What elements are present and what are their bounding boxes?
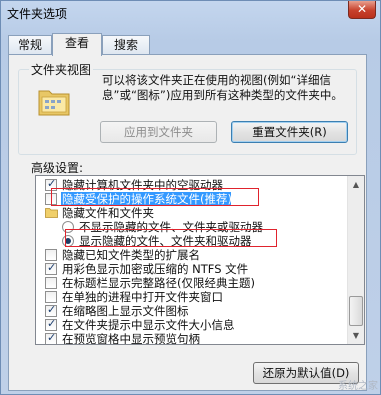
checkbox[interactable] [45, 261, 57, 275]
adv-item-full-path-titlebar[interactable]: 在标题栏显示完整路径(仅限经典主题) [36, 276, 336, 290]
advanced-settings-tree: 隐藏计算机文件夹中的空驱动器 隐藏受保护的操作系统文件(推荐) 隐藏文件和文件夹… [35, 175, 365, 345]
scroll-thumb[interactable] [349, 296, 363, 326]
adv-item-preview-handlers[interactable]: 在预览窗格中显示预览句柄 [36, 331, 336, 344]
adv-item-separate-process[interactable]: 在单独的进程中打开文件夹窗口 [36, 290, 336, 304]
adv-item-hide-protected-os-files[interactable]: 隐藏受保护的操作系统文件(推荐) [36, 192, 336, 206]
checkbox[interactable] [45, 193, 57, 205]
title-bar: 文件夹选项 ✕ [1, 1, 380, 25]
reset-folders-button[interactable]: 重置文件夹(R) [231, 121, 348, 143]
view-tab-panel: 文件夹视图 可以将该文件夹正在使用的视图(例如“详细信息”或“图标”)应用到所有… [8, 54, 367, 391]
checkbox[interactable] [45, 291, 57, 303]
checkbox[interactable] [45, 331, 57, 344]
folder-views-title: 文件夹视图 [29, 61, 94, 78]
apply-to-folders-button[interactable]: 应用到文件夹 [100, 121, 217, 143]
tab-search[interactable]: 搜索 [102, 35, 150, 55]
adv-item-hide-empty-drives[interactable]: 隐藏计算机文件夹中的空驱动器 [36, 177, 336, 192]
window-title: 文件夹选项 [7, 7, 68, 21]
radio-button[interactable] [62, 235, 74, 247]
tab-view[interactable]: 查看 [52, 33, 102, 56]
adv-item-thumbnail-icons[interactable]: 在缩略图上显示文件图标 [36, 303, 336, 318]
watermark: 系统之家 [338, 381, 378, 392]
scrollbar[interactable]: ▲ ▼ [347, 176, 364, 344]
adv-item-dont-show-hidden[interactable]: 不显示隐藏的文件、文件夹或驱动器 [36, 220, 336, 234]
folder-icon [45, 208, 58, 218]
adv-item-show-hidden[interactable]: 显示隐藏的文件、文件夹和驱动器 [36, 234, 336, 248]
close-button[interactable]: ✕ [348, 1, 376, 19]
adv-item-color-ntfs[interactable]: 用彩色显示加密或压缩的 NTFS 文件 [36, 261, 336, 276]
checkbox[interactable] [45, 249, 57, 261]
folder-view-icon [38, 90, 70, 116]
folder-views-description: 可以将该文件夹正在使用的视图(例如“详细信息”或“图标”)应用到所有这种类型的文… [102, 73, 343, 102]
checkbox[interactable] [45, 177, 57, 191]
scroll-down-icon[interactable]: ▼ [348, 327, 364, 344]
advanced-settings-label: 高级设置: [31, 161, 84, 175]
adv-item-hidden-files-folder: 隐藏文件和文件夹 [36, 206, 336, 220]
tab-general[interactable]: 常规 [8, 35, 52, 55]
checkbox[interactable] [45, 277, 57, 289]
radio-button[interactable] [62, 221, 74, 233]
adv-item-file-size-tips[interactable]: 在文件夹提示中显示文件大小信息 [36, 317, 336, 332]
adv-item-hide-extensions[interactable]: 隐藏已知文件类型的扩展名 [36, 248, 336, 262]
checkbox[interactable] [45, 317, 57, 331]
scroll-up-icon[interactable]: ▲ [348, 176, 364, 193]
checkbox[interactable] [45, 303, 57, 317]
folder-options-window: 文件夹选项 ✕ 常规 查看 搜索 文件夹视图 可以将该文件夹正在使用的视图(例如… [0, 0, 381, 395]
